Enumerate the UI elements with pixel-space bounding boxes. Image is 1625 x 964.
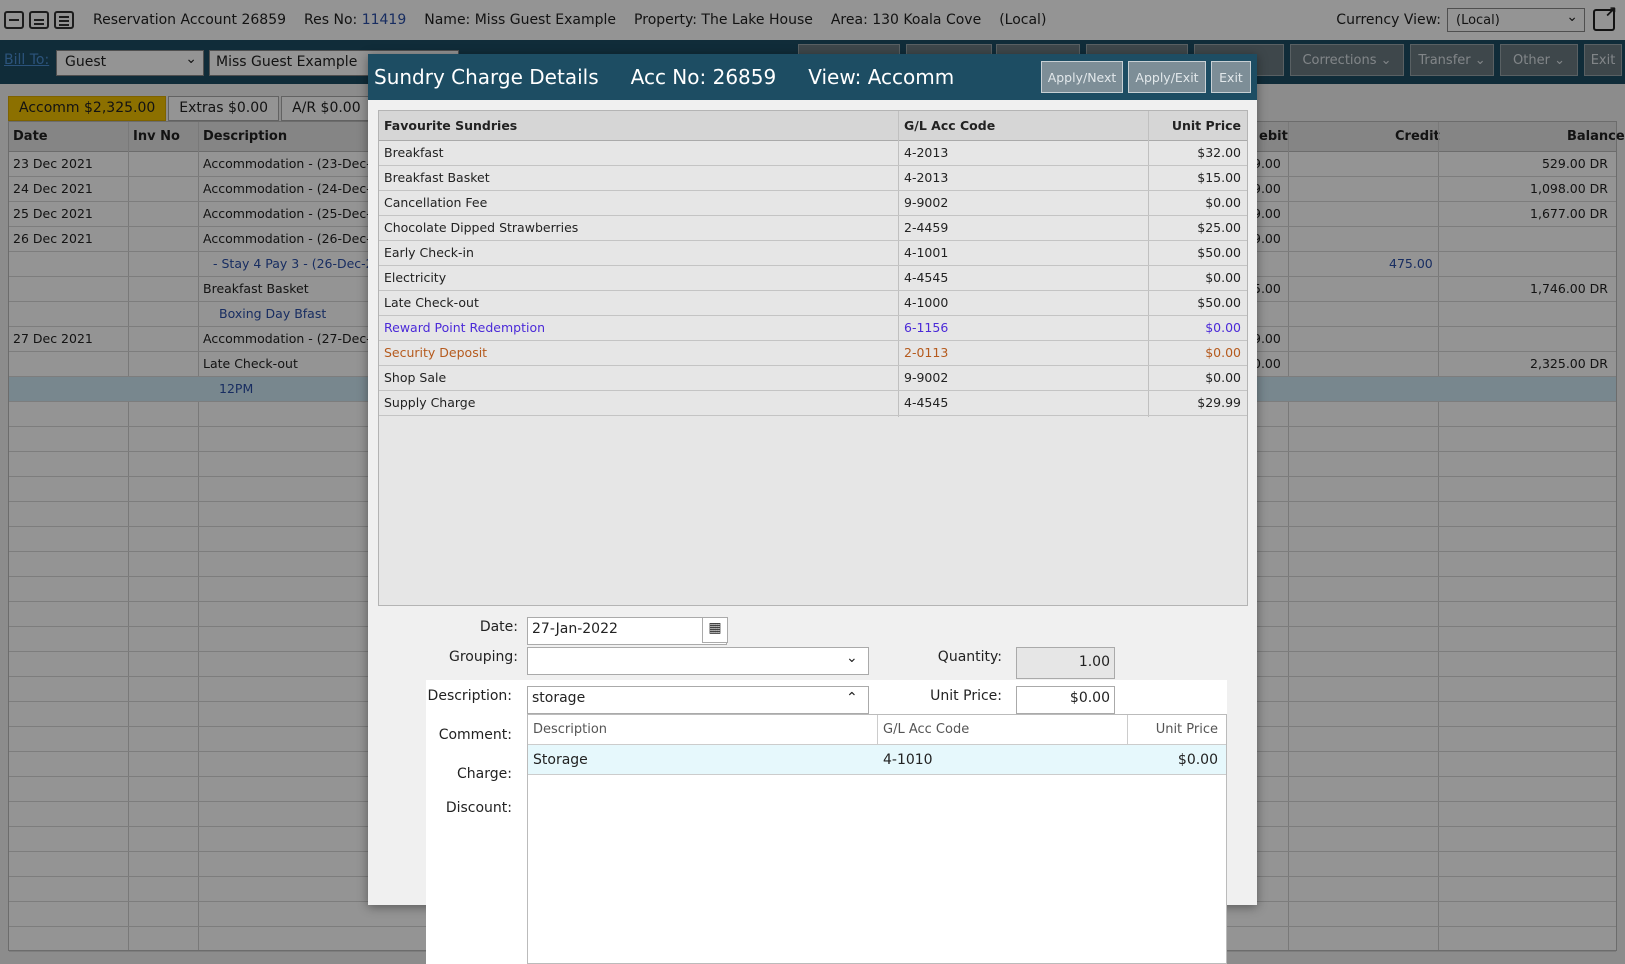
fav-row[interactable]: Electricity 4-4545 $0.00 [379, 266, 1247, 291]
description-input[interactable]: storage [527, 686, 869, 714]
fav-price: $0.00 [1205, 195, 1241, 210]
date-input[interactable]: 27-Jan-2022 [527, 617, 727, 645]
description-dropdown: Description G/L Acc Code Unit Price Stor… [527, 714, 1227, 964]
fav-code: 4-4545 [904, 270, 949, 285]
fav-code: 9-9002 [904, 195, 949, 210]
fav-row[interactable]: Cancellation Fee 9-9002 $0.00 [379, 191, 1247, 216]
fav-code: 4-1000 [904, 295, 949, 310]
charge-label: Charge: [457, 766, 512, 782]
chevron-up-icon[interactable]: ⌃ [846, 690, 858, 706]
fav-price: $0.00 [1205, 370, 1241, 385]
fav-name: Electricity [384, 270, 447, 285]
fav-row[interactable]: Shop Sale 9-9002 $0.00 [379, 366, 1247, 391]
dropdown-col-code: G/L Acc Code [883, 722, 970, 737]
fav-row[interactable]: Early Check-in 4-1001 $50.00 [379, 241, 1247, 266]
modal-header: Sundry Charge Details Acc No: 26859 View… [368, 54, 1257, 100]
apply-next-button[interactable]: Apply/Next [1041, 61, 1123, 93]
fav-row[interactable]: Breakfast 4-2013 $32.00 [379, 141, 1247, 166]
fav-col-name[interactable]: Favourite Sundries [384, 118, 517, 133]
fav-col-code[interactable]: G/L Acc Code [904, 118, 995, 133]
fav-name: Shop Sale [384, 370, 447, 385]
fav-name: Chocolate Dipped Strawberries [384, 220, 579, 235]
fav-code: 2-4459 [904, 220, 949, 235]
modal-view: View: Accomm [808, 65, 955, 89]
fav-price: $50.00 [1197, 245, 1241, 260]
fav-row[interactable]: Reward Point Redemption 6-1156 $0.00 [379, 316, 1247, 341]
date-label: Date: [479, 619, 518, 635]
fav-code: 4-2013 [904, 145, 949, 160]
option-price: $0.00 [1177, 752, 1218, 768]
unit-price-label: Unit Price: [930, 688, 1002, 704]
fav-price: $50.00 [1197, 295, 1241, 310]
dropdown-col-price: Unit Price [1155, 722, 1218, 737]
fav-price: $0.00 [1205, 320, 1241, 335]
fav-price: $0.00 [1205, 345, 1241, 360]
option-description: Storage [533, 752, 588, 768]
chevron-down-icon[interactable]: ⌄ [846, 650, 858, 666]
fav-row[interactable]: Late Check-out 4-1000 $50.00 [379, 291, 1247, 316]
fav-code: 6-1156 [904, 320, 949, 335]
fav-name: Breakfast [384, 145, 444, 160]
modal-title: Sundry Charge Details [374, 65, 599, 89]
apply-exit-button[interactable]: Apply/Exit [1128, 61, 1206, 93]
calendar-icon[interactable]: ▦ [702, 617, 728, 643]
fav-code: 4-1001 [904, 245, 949, 260]
dropdown-option-storage[interactable]: Storage 4-1010 $0.00 [528, 745, 1226, 775]
fav-name: Security Deposit [384, 345, 488, 360]
fav-price: $15.00 [1197, 170, 1241, 185]
fav-row[interactable]: Security Deposit 2-0113 $0.00 [379, 341, 1247, 366]
fav-col-price[interactable]: Unit Price [1172, 118, 1241, 133]
fav-code: 2-0113 [904, 345, 949, 360]
description-label: Description: [427, 688, 512, 704]
discount-label: Discount: [445, 800, 512, 816]
dropdown-col-description: Description [533, 722, 608, 737]
fav-price: $29.99 [1197, 395, 1241, 410]
exit-button[interactable]: Exit [1211, 61, 1251, 93]
fav-name: Late Check-out [384, 295, 479, 310]
fav-name: Supply Charge [384, 395, 476, 410]
fav-header: Favourite Sundries G/L Acc Code Unit Pri… [379, 111, 1247, 141]
grouping-select[interactable] [527, 647, 869, 675]
fav-name: Reward Point Redemption [384, 320, 546, 335]
fav-name: Early Check-in [384, 245, 474, 260]
fav-code: 4-4545 [904, 395, 949, 410]
quantity-label: Quantity: [937, 649, 1002, 665]
modal-acc-no: Acc No: 26859 [630, 65, 777, 89]
comment-label: Comment: [438, 727, 512, 743]
favourite-sundries-table: Favourite Sundries G/L Acc Code Unit Pri… [378, 110, 1248, 606]
fav-row[interactable]: Supply Charge 4-4545 $29.99 [379, 391, 1247, 416]
fav-price: $32.00 [1197, 145, 1241, 160]
fav-code: 9-9002 [904, 370, 949, 385]
quantity-input[interactable]: 1.00 [1016, 647, 1115, 679]
fav-name: Breakfast Basket [384, 170, 490, 185]
unit-price-input[interactable]: $0.00 [1016, 686, 1115, 714]
fav-price: $0.00 [1205, 270, 1241, 285]
grouping-label: Grouping: [449, 649, 518, 665]
fav-row[interactable]: Chocolate Dipped Strawberries 2-4459 $25.0… [379, 216, 1247, 241]
fav-row[interactable]: Breakfast Basket 4-2013 $15.00 [379, 166, 1247, 191]
fav-price: $25.00 [1197, 220, 1241, 235]
fav-code: 4-2013 [904, 170, 949, 185]
fav-body: Breakfast 4-2013 $32.00 Breakfast Basket 4-2… [379, 141, 1247, 416]
fav-name: Cancellation Fee [384, 195, 488, 210]
option-code: 4-1010 [883, 752, 933, 768]
